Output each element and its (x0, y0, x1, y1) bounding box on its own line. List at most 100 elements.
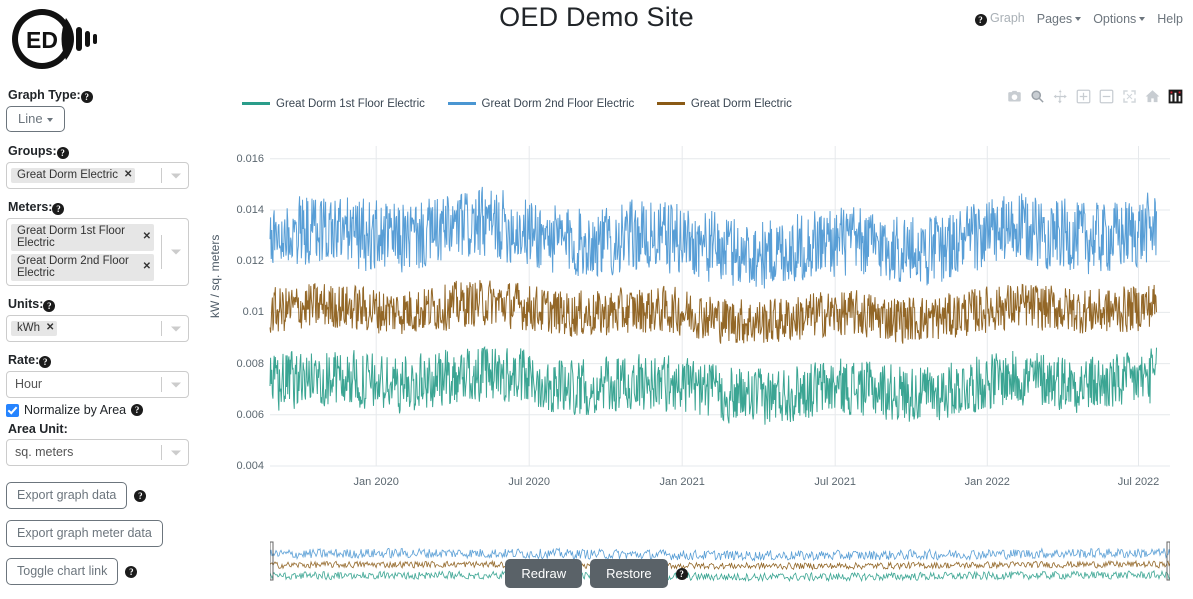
area-unit-select[interactable]: sq. meters (6, 439, 189, 466)
export-graph-data-button[interactable]: Export graph data (6, 482, 128, 509)
nav-item-help[interactable]: Help (1157, 12, 1183, 26)
nav-item-options[interactable]: Options (1093, 11, 1146, 26)
remove-chip-icon[interactable]: ✕ (124, 170, 132, 180)
y-tick-label: 0.006 (236, 408, 264, 421)
help-icon[interactable]: ? (43, 300, 56, 312)
meters-chip[interactable]: Great Dorm 1st Floor Electric ✕ (11, 224, 154, 251)
chart-svg (269, 146, 1170, 467)
page-header: ED OED Demo Site ? Graph Pages Options H… (0, 0, 1193, 78)
groups-select[interactable]: Great Dorm Electric ✕ (6, 162, 189, 189)
help-icon[interactable]: ? (80, 91, 93, 103)
chevron-down-icon (1139, 17, 1146, 22)
chevron-down-icon[interactable] (171, 173, 181, 178)
legend-item[interactable]: Great Dorm 2nd Floor Electric (447, 97, 635, 110)
rate-label: Rate:? (8, 353, 201, 368)
export-graph-meter-data-button[interactable]: Export graph meter data (6, 520, 163, 547)
meters-label-text: Meters: (8, 200, 53, 214)
chevron-down-icon (1075, 17, 1082, 22)
legend-label: Great Dorm Electric (690, 97, 792, 110)
y-tick-label: 0.012 (236, 255, 264, 268)
legend-swatch (242, 102, 270, 105)
x-tick-label: Jan 2021 (659, 476, 705, 488)
units-chip[interactable]: kWh ✕ (11, 321, 58, 336)
chevron-down-icon (46, 117, 53, 122)
normalize-by-area-row[interactable]: Normalize by Area? (6, 403, 201, 417)
chevron-down-icon[interactable] (171, 450, 181, 455)
nav-item-options-label: Options (1093, 11, 1137, 26)
chevron-down-icon[interactable] (171, 249, 181, 255)
legend-item[interactable]: Great Dorm 1st Floor Electric (242, 98, 425, 110)
y-axis-ticks: 0.004 0.006 0.008 0.01 0.012 0.014 0.016 (220, 130, 264, 560)
x-tick-label: Jan 2022 (964, 476, 1010, 488)
remove-chip-icon[interactable]: ✕ (46, 323, 54, 333)
rate-label-text: Rate: (8, 353, 40, 367)
groups-chip-label: Great Dorm Electric (17, 169, 118, 181)
nav-item-pages[interactable]: Pages (1036, 11, 1082, 26)
y-tick-label: 0.01 (242, 306, 264, 319)
graph-type-label: Graph Type:? (8, 88, 201, 103)
chevron-down-icon[interactable] (171, 382, 181, 387)
help-icon[interactable]: ? (131, 404, 144, 416)
select-divider (161, 235, 162, 269)
nav-item-graph-label: Graph (989, 11, 1025, 25)
meters-select[interactable]: Great Dorm 1st Floor Electric ✕ Great Do… (6, 218, 189, 286)
nav-item-graph[interactable]: ? Graph (974, 11, 1025, 26)
select-divider (161, 168, 162, 183)
graph-type-label-text: Graph Type: (8, 88, 81, 102)
help-icon[interactable]: ? (56, 147, 69, 159)
plot-wrapper: kW / sq. meters 0.004 0.006 0.008 0.01 0.012… (206, 130, 1193, 583)
redraw-button[interactable]: Redraw (505, 559, 583, 588)
y-tick-label: 0.014 (236, 204, 264, 216)
series-line (269, 280, 1157, 344)
help-icon[interactable]: ? (52, 203, 65, 215)
legend-item[interactable]: Great Dorm Electric (656, 97, 792, 110)
groups-label-text: Groups: (8, 144, 57, 158)
sidebar: Graph Type:? Line Groups:? Great Dorm El… (6, 88, 201, 585)
plot-area[interactable] (269, 146, 1170, 467)
graph-type-value: Line (18, 111, 43, 126)
units-label: Units:? (8, 297, 201, 312)
x-tick-label: Jan 2020 (353, 476, 399, 488)
help-icon[interactable]: ? (134, 489, 147, 502)
select-divider (161, 321, 162, 336)
units-chip-label: kWh (17, 322, 40, 334)
legend-label: Great Dorm 2nd Floor Electric (481, 97, 635, 110)
area-unit-label-text: Area Unit: (8, 422, 68, 436)
restore-button[interactable]: Restore (590, 559, 668, 588)
series-line (269, 345, 1157, 425)
meters-label: Meters:? (8, 200, 201, 215)
chevron-down-icon[interactable] (171, 326, 181, 331)
groups-label: Groups:? (8, 144, 201, 159)
rate-select[interactable]: Hour (6, 371, 189, 398)
legend-swatch (447, 102, 476, 105)
footer-actions: Redraw Restore ? (0, 559, 1193, 588)
top-navigation: ? Graph Pages Options Help (974, 11, 1183, 26)
graph-type-dropdown[interactable]: Line (6, 106, 65, 132)
select-divider (161, 377, 162, 392)
y-tick-label: 0.004 (236, 460, 264, 472)
help-icon[interactable]: ? (675, 567, 688, 580)
area-unit-label: Area Unit: (8, 422, 201, 436)
remove-chip-icon[interactable]: ✕ (143, 232, 151, 242)
x-tick-label: Jul 2020 (508, 476, 550, 488)
normalize-by-area-label: Normalize by Area (24, 403, 127, 417)
help-icon[interactable]: ? (39, 356, 52, 368)
meters-chip-label: Great Dorm 2nd Floor Electric (17, 255, 129, 279)
series-line (269, 186, 1157, 289)
meters-chip-label: Great Dorm 1st Floor Electric (17, 225, 125, 249)
area-unit-value: sq. meters (15, 445, 74, 459)
nav-item-pages-label: Pages (1036, 11, 1073, 26)
x-tick-label: Jul 2022 (1117, 476, 1160, 488)
y-tick-label: 0.016 (236, 152, 264, 165)
select-divider (161, 445, 162, 460)
groups-chip[interactable]: Great Dorm Electric ✕ (11, 168, 136, 183)
meters-chip[interactable]: Great Dorm 2nd Floor Electric ✕ (11, 254, 154, 281)
help-icon[interactable]: ? (974, 14, 987, 26)
x-tick-label: Jul 2021 (814, 476, 856, 488)
chart-legend: Great Dorm 1st Floor Electric Great Dorm… (206, 95, 1193, 110)
legend-label: Great Dorm 1st Floor Electric (276, 97, 425, 110)
remove-chip-icon[interactable]: ✕ (143, 262, 151, 272)
chart-container: Great Dorm 1st Floor Electric Great Dorm… (206, 84, 1193, 583)
units-select[interactable]: kWh ✕ (6, 315, 189, 342)
normalize-by-area-checkbox[interactable] (6, 403, 19, 417)
